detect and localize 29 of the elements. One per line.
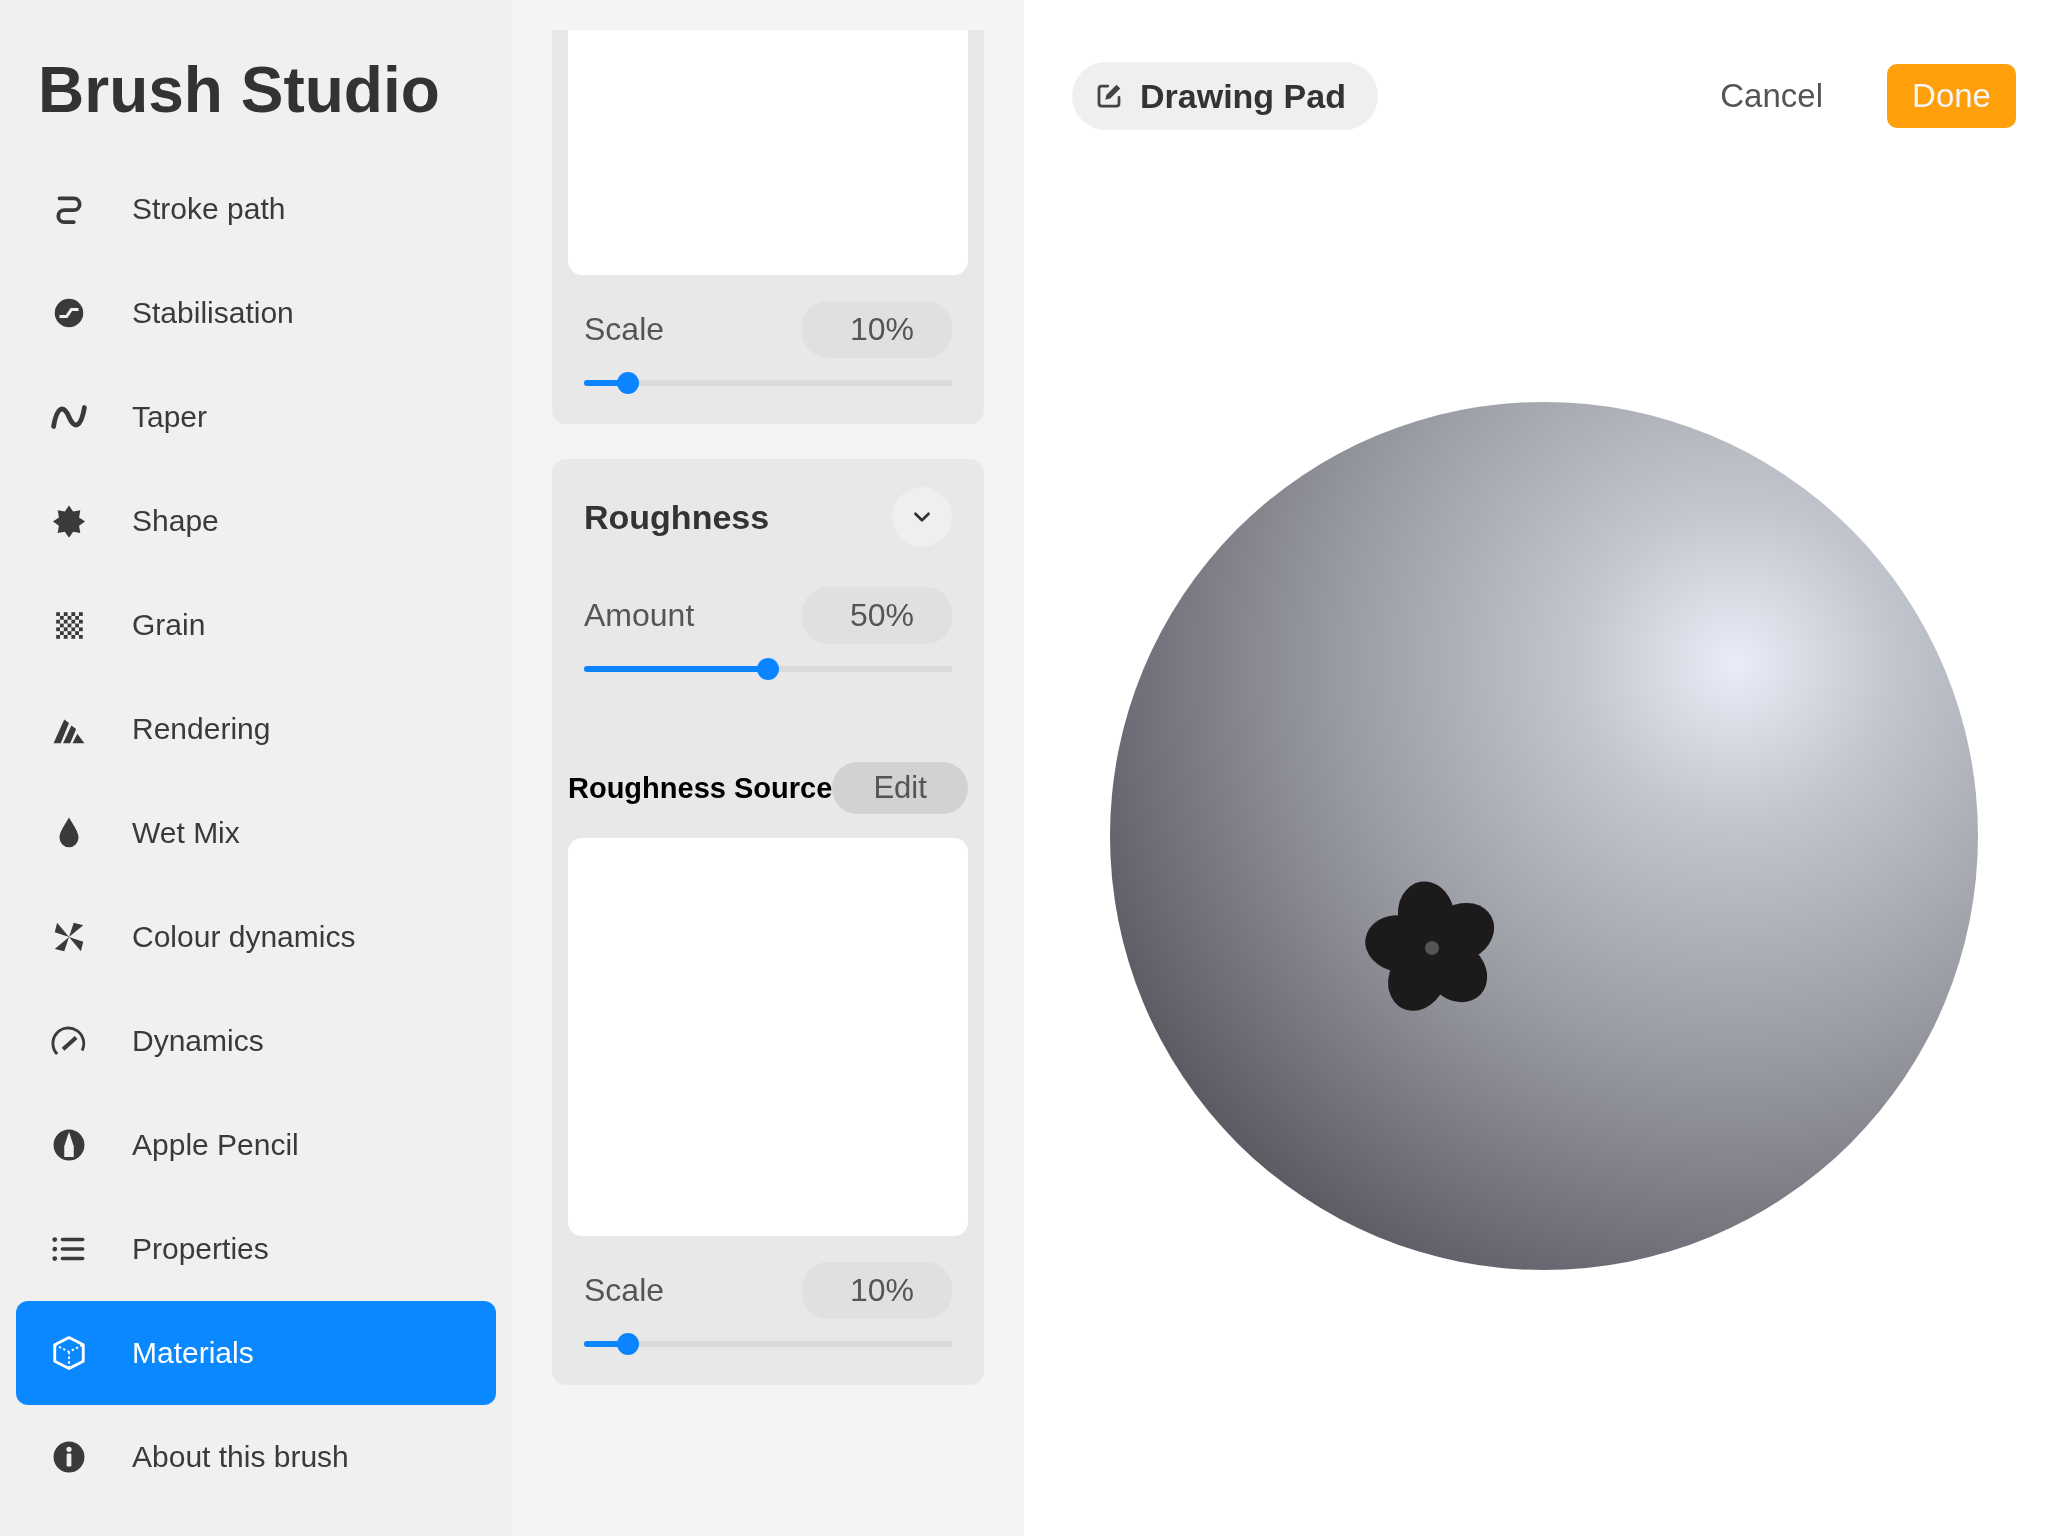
slider-label: Amount xyxy=(584,597,695,634)
edit-button[interactable]: Edit xyxy=(832,762,968,814)
sidebar-item[interactable]: Shape xyxy=(16,469,496,573)
sidebar-item[interactable]: Stabilisation xyxy=(16,261,496,365)
sidebar-item[interactable]: Rendering xyxy=(16,677,496,781)
slider-thumb[interactable] xyxy=(757,658,779,680)
slider-thumb[interactable] xyxy=(617,1333,640,1355)
slider-label: Scale xyxy=(584,1272,665,1309)
sidebar-item[interactable]: Wet Mix xyxy=(16,781,496,885)
sidebar-item[interactable]: Stroke path xyxy=(16,157,496,261)
section-heading: Roughness xyxy=(584,497,770,537)
drawing-pad-button[interactable]: Drawing Pad xyxy=(1072,62,1378,130)
sidebar-item[interactable]: Taper xyxy=(16,365,496,469)
cancel-button[interactable]: Cancel xyxy=(1714,76,1829,116)
sidebar-item[interactable]: Materials xyxy=(16,1301,496,1405)
sidebar-item[interactable]: About this brush xyxy=(16,1405,496,1509)
sidebar-item[interactable]: Colour dynamics xyxy=(16,885,496,989)
sidebar-item[interactable]: Apple Pencil xyxy=(16,1093,496,1197)
sidebar-item[interactable]: Dynamics xyxy=(16,989,496,1093)
value-field[interactable]: 50% xyxy=(802,587,952,644)
app-title: Brush Studio xyxy=(38,53,441,128)
sidebar-item[interactable]: Properties xyxy=(16,1197,496,1301)
cube-icon xyxy=(50,1334,88,1372)
value-field[interactable]: 10% xyxy=(802,1262,952,1319)
sidebar-item[interactable]: Grain xyxy=(16,573,496,677)
slider-label: Scale xyxy=(584,311,665,348)
section-label: Roughness Source xyxy=(568,771,833,805)
value-field[interactable]: 10% xyxy=(802,301,952,358)
slider-thumb[interactable] xyxy=(617,372,640,394)
